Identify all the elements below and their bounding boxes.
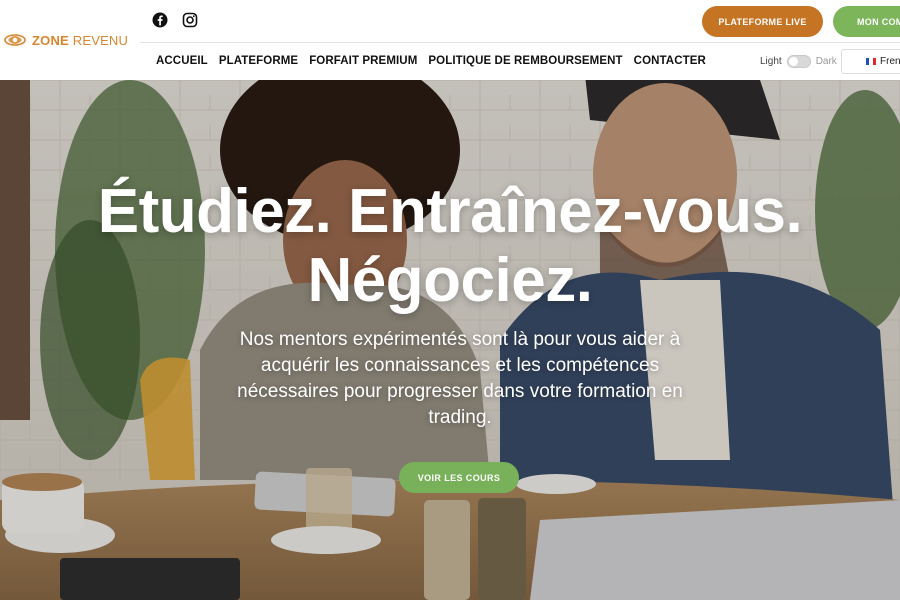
instagram-icon[interactable]	[182, 12, 198, 28]
hero-title-line2: Négociez.	[307, 246, 593, 315]
account-button[interactable]: MON COMPTE	[833, 6, 900, 37]
hero-title-line1: Étudiez. Entraînez-vous.	[97, 177, 803, 246]
theme-dark-label: Dark	[815, 56, 837, 67]
nav-item-contacter[interactable]: CONTACTER	[634, 55, 706, 67]
nav-item-forfait-premium[interactable]: FORFAIT PREMIUM	[309, 55, 417, 67]
logo-mark-icon	[4, 34, 26, 46]
brand-name: ZONE REVENU	[32, 32, 129, 48]
header-divider	[140, 42, 900, 43]
nav-item-accueil[interactable]: ACCUEIL	[156, 55, 208, 67]
facebook-icon[interactable]	[152, 12, 168, 28]
language-selected: French	[880, 56, 900, 67]
theme-toggle[interactable]	[786, 55, 811, 68]
french-flag-icon	[866, 58, 876, 65]
hero-section: Étudiez. Entraînez-vous. Négociez. Nos m…	[0, 80, 900, 600]
platform-live-button[interactable]: PLATEFORME LIVE	[702, 6, 823, 37]
theme-light-label: Light	[760, 56, 782, 67]
brand-logo[interactable]: ZONE REVENU	[4, 31, 128, 49]
nav-item-plateforme[interactable]: PLATEFORME	[219, 55, 298, 67]
hero-subtitle: Nos mentors expérimentés sont là pour vo…	[237, 329, 683, 428]
social-links	[152, 12, 198, 28]
language-select[interactable]: French	[841, 49, 900, 74]
theme-switcher: Light Dark	[760, 55, 837, 68]
site-header: ZONE REVENU PLATEFORME LIVE MON COMPTE A…	[0, 0, 900, 80]
nav-item-politique-remboursement[interactable]: POLITIQUE DE REMBOURSEMENT	[428, 55, 622, 67]
main-nav: ACCUEIL PLATEFORME FORFAIT PREMIUM POLIT…	[156, 55, 706, 67]
view-courses-button[interactable]: VOIR LES COURS	[399, 462, 519, 493]
